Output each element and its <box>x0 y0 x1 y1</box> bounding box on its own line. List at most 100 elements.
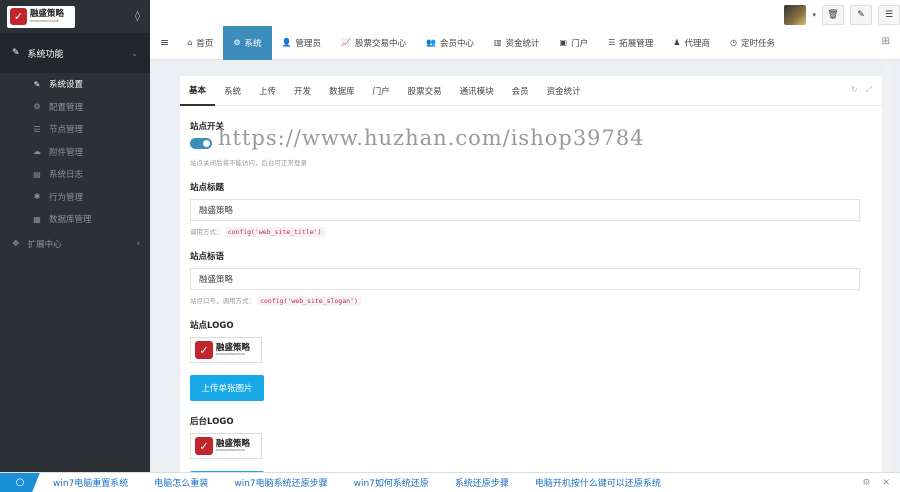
theme-drop-icon[interactable]: ◊ <box>135 11 140 22</box>
tab-label: 资金统计 <box>505 38 540 49</box>
site-slogan-label: 站点标语 <box>190 252 225 262</box>
portal-icon: ▣ <box>559 38 568 47</box>
grid-icon[interactable]: ⊞ <box>882 36 890 47</box>
clock-icon: ◷ <box>729 38 737 47</box>
edit-icon[interactable]: ✎ <box>850 5 872 25</box>
book-icon: ▤ <box>33 169 41 179</box>
refresh-icon[interactable]: ↻ <box>851 85 858 95</box>
cube-icon: ❖ <box>12 238 20 249</box>
site-slogan-code: config('web_site_slogan') <box>257 296 361 306</box>
site-logo-label: 站点LOGO <box>190 321 234 331</box>
tab-5[interactable]: ▥ 资金统计 <box>484 26 550 60</box>
tab-label: 管理员 <box>295 38 321 49</box>
sidebar-item-4[interactable]: ▤ 系统日志 <box>0 163 150 186</box>
admin-logo-preview[interactable]: ✓ 融盛策略 RONGSHENGCELVE <box>190 433 262 459</box>
sidebar-item-2[interactable]: ☰ 节点管理 <box>0 118 150 141</box>
sidebar-section-extensions[interactable]: ❖ 扩展中心 ‹ <box>0 231 150 257</box>
sidebar-item-label: 系统设置 <box>49 80 84 91</box>
search-icon[interactable]: ○ <box>0 472 40 492</box>
bottom-link-2[interactable]: win7电脑系统还原步骤 <box>221 476 340 489</box>
site-logo-preview[interactable]: ✓ 融盛策略 RONGSHENGCELVE <box>190 337 262 363</box>
settings-tab-9[interactable]: 资金统计 <box>538 76 590 106</box>
brand-name: 融盛策略 <box>30 9 65 20</box>
database-icon: ▦ <box>33 214 41 224</box>
main-content: 基本 系统 上传 开发 数据库 门户 股票交易 通讯模块 会员 资金统计 ↻ ⤢ 站点开关 站点关… <box>150 60 890 472</box>
sidebar-item-label: 行为管理 <box>49 192 84 203</box>
settings-icon[interactable]: ⚙ <box>862 478 870 488</box>
brand-name-en: RONGSHENGCELVE <box>30 18 59 23</box>
sidebar-item-label: 节点管理 <box>49 125 84 136</box>
bottom-link-5[interactable]: 电脑开机按什么键可以还原系统 <box>522 476 674 489</box>
caret-down-icon[interactable]: ▾ <box>812 11 816 19</box>
user-icon: 👤 <box>281 38 292 47</box>
site-title-hint: 调用方式： <box>190 228 223 236</box>
tab-label: 门户 <box>571 38 589 49</box>
bottom-link-4[interactable]: 系统还原步骤 <box>442 476 522 489</box>
scrollbar[interactable] <box>882 60 890 472</box>
tab-label: 会员中心 <box>439 38 474 49</box>
top-right-tools: ▾ 🗑 ✎ ☰ <box>784 5 900 25</box>
settings-tab-4[interactable]: 数据库 <box>320 76 364 106</box>
site-slogan-hint: 站点口号，调用方式： <box>190 297 255 305</box>
sidebar-item-3[interactable]: ☁ 附件管理 <box>0 141 150 164</box>
bottom-link-bar: ○ win7电脑重置系统 电脑怎么重装 win7电脑系统还原步骤 win7如何系统还原… <box>0 472 900 492</box>
site-title-input[interactable]: 融盛策略 <box>190 199 860 221</box>
watermark-text: https://www.huzhan.com/ishop39784 <box>218 126 645 150</box>
trash-icon[interactable]: 🗑 <box>822 5 844 25</box>
settings-tab-0[interactable]: 基本 <box>180 76 216 106</box>
cogs-icon: ⚙ <box>33 102 41 112</box>
bottom-link-1[interactable]: 电脑怎么重装 <box>141 476 221 489</box>
settings-tabs: 基本 系统 上传 开发 数据库 门户 股票交易 通讯模块 会员 资金统计 ↻ ⤢ <box>180 76 882 106</box>
bottom-link-3[interactable]: win7如何系统还原 <box>341 476 442 489</box>
tab-9[interactable]: ◷ 定时任务 <box>720 26 785 60</box>
site-slogan-input[interactable]: 融盛策略 <box>190 268 860 290</box>
asterisk-icon: ✱ <box>33 192 41 202</box>
settings-tab-6[interactable]: 股票交易 <box>399 76 451 106</box>
site-title-code: config('web_site_title') <box>224 227 325 237</box>
brand-mark-icon: ✓ <box>195 341 213 359</box>
sidebar-item-1[interactable]: ⚙ 配置管理 <box>0 96 150 119</box>
tab-8[interactable]: ♟ 代理商 <box>663 26 720 60</box>
menu-toggle-icon[interactable]: ☰ <box>878 5 900 25</box>
site-title-group: 站点标题 融盛策略 调用方式： config('web_site_title') <box>190 181 860 237</box>
tab-4[interactable]: 👥 会员中心 <box>416 26 484 60</box>
tab-7[interactable]: ☰ 拓展管理 <box>598 26 663 60</box>
tab-0[interactable]: ⌂ 首页 <box>177 26 223 60</box>
sidebar-ext-label: 扩展中心 <box>27 239 62 250</box>
settings-tab-8[interactable]: 会员 <box>503 76 538 106</box>
tab-label: 代理商 <box>684 38 710 49</box>
sidebar-section-system[interactable]: ✎ 系统功能 ⌄ <box>0 33 150 73</box>
sidebar-item-5[interactable]: ✱ 行为管理 <box>0 186 150 209</box>
settings-tab-3[interactable]: 开发 <box>285 76 320 106</box>
settings-tab-2[interactable]: 上传 <box>250 76 285 106</box>
top-nav-tabs: ≡ ⌂ 首页 ⚙ 系统 👤 管理员 📈 股票交易中心 👥 会员中心 ▥ 资金统计 ▣ 门户 ☰ 拓展管理 ♟ 代理… <box>150 25 900 60</box>
brand-logo[interactable]: ✓ 融盛策略 RONGSHENGCELVE <box>7 5 75 28</box>
settings-tab-7[interactable]: 通讯模块 <box>451 76 503 106</box>
tab-label: 拓展管理 <box>619 38 654 49</box>
tab-label: 系统 <box>244 38 262 49</box>
sidebar-item-0[interactable]: ✎ 系统设置 <box>0 73 150 96</box>
hamburger-icon[interactable]: ≡ <box>150 26 177 60</box>
site-switch-toggle[interactable] <box>190 138 212 149</box>
bottom-link-0[interactable]: win7电脑重置系统 <box>40 476 141 489</box>
upload-site-logo-button[interactable]: 上传单张图片 <box>190 375 264 401</box>
wrench-icon: ✎ <box>33 79 41 89</box>
sidebar-item-6[interactable]: ▦ 数据库管理 <box>0 208 150 231</box>
avatar[interactable] <box>784 5 807 25</box>
brand-mark-icon: ✓ <box>10 8 27 25</box>
expand-icon[interactable]: ⤢ <box>866 85 872 95</box>
settings-tab-1[interactable]: 系统 <box>215 76 250 106</box>
tab-2[interactable]: 👤 管理员 <box>272 26 331 60</box>
tab-3[interactable]: 📈 股票交易中心 <box>331 26 416 60</box>
home-icon: ⌂ <box>187 38 193 47</box>
site-slogan-group: 站点标语 融盛策略 站点口号，调用方式： config('web_site_sl… <box>190 250 860 306</box>
bar-chart-icon: ▥ <box>493 38 502 47</box>
wrench-icon: ✎ <box>12 48 20 58</box>
settings-form: 站点开关 站点关闭后将不能访问，后台可正常登录 站点标题 融盛策略 调用方式： … <box>180 106 882 472</box>
tab-1[interactable]: ⚙ 系统 <box>223 25 272 60</box>
tab-6[interactable]: ▣ 门户 <box>550 26 599 60</box>
sidebar-item-label: 配置管理 <box>49 102 84 113</box>
settings-tab-5[interactable]: 门户 <box>364 76 399 106</box>
list-icon: ☰ <box>33 124 41 134</box>
close-icon[interactable]: ✕ <box>882 478 890 488</box>
